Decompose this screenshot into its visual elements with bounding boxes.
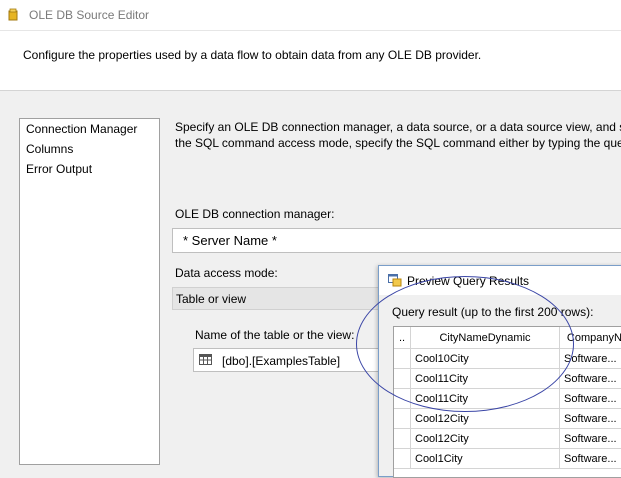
window-title: OLE DB Source Editor xyxy=(29,8,149,22)
column-header-citynamedynamic[interactable]: CityNameDynamic xyxy=(411,327,560,349)
row-selector[interactable] xyxy=(394,369,411,389)
cell-company: Software... xyxy=(560,369,621,389)
row-selector[interactable] xyxy=(394,409,411,429)
table-row[interactable]: Cool11City Software... xyxy=(394,389,621,409)
nav-item-error-output[interactable]: Error Output xyxy=(26,162,92,176)
cell-company: Software... xyxy=(560,409,621,429)
row-selector-header[interactable]: .. xyxy=(394,327,411,349)
title-bar: OLE DB Source Editor xyxy=(0,0,621,30)
nav-item-columns[interactable]: Columns xyxy=(26,142,73,156)
grid-header-row: .. CityNameDynamic CompanyN... xyxy=(394,327,621,349)
table-row[interactable]: Cool12City Software... xyxy=(394,409,621,429)
preview-query-results-dialog: Preview Query Results Query result (up t… xyxy=(378,265,621,477)
header-band: Configure the properties used by a data … xyxy=(0,30,621,91)
cell-city: Cool12City xyxy=(411,429,560,449)
table-name-dropdown[interactable]: [dbo].[ExamplesTable] xyxy=(193,348,393,372)
connection-manager-value: * Server Name * xyxy=(183,233,277,248)
cell-company: Software... xyxy=(560,349,621,369)
cell-city: Cool10City xyxy=(411,349,560,369)
header-description: Configure the properties used by a data … xyxy=(23,48,481,62)
data-access-mode-label: Data access mode: xyxy=(175,266,278,280)
cell-city: Cool11City xyxy=(411,389,560,409)
ssis-package-icon xyxy=(8,8,18,21)
dialog-title: Preview Query Results xyxy=(407,274,529,288)
table-name-label: Name of the table or the view: xyxy=(195,328,354,342)
instructions-line: Specify an OLE DB connection manager, a … xyxy=(175,119,621,135)
cell-company: Software... xyxy=(560,389,621,409)
data-access-mode-value: Table or view xyxy=(176,292,246,306)
dialog-title-bar: Preview Query Results xyxy=(379,266,621,295)
row-selector[interactable] xyxy=(394,429,411,449)
table-name-value: [dbo].[ExamplesTable] xyxy=(222,354,340,368)
nav-item-connection-manager[interactable]: Connection Manager xyxy=(26,122,137,136)
connection-manager-label: OLE DB connection manager: xyxy=(175,207,334,221)
results-table: .. CityNameDynamic CompanyN... Cool10Cit… xyxy=(394,327,621,469)
cell-city: Cool11City xyxy=(411,369,560,389)
row-selector[interactable] xyxy=(394,349,411,369)
table-row[interactable]: Cool12City Software... xyxy=(394,429,621,449)
query-result-label: Query result (up to the first 200 rows): xyxy=(392,305,593,319)
results-grid[interactable]: .. CityNameDynamic CompanyN... Cool10Cit… xyxy=(393,326,621,478)
cell-company: Software... xyxy=(560,429,621,449)
cell-city: Cool12City xyxy=(411,409,560,429)
connection-manager-dropdown[interactable]: * Server Name * xyxy=(172,228,621,253)
column-header-companyname[interactable]: CompanyN... xyxy=(560,327,621,349)
page-navigation-list: Connection Manager Columns Error Output xyxy=(19,118,160,465)
row-selector[interactable] xyxy=(394,389,411,409)
instructions-line: the SQL command access mode, specify the… xyxy=(175,135,621,151)
table-icon xyxy=(199,354,212,365)
preview-window-icon xyxy=(388,274,402,287)
table-row[interactable]: Cool10City Software... xyxy=(394,349,621,369)
instructions-text: Specify an OLE DB connection manager, a … xyxy=(175,119,621,151)
header-divider xyxy=(0,90,621,91)
table-row[interactable]: Cool11City Software... xyxy=(394,369,621,389)
